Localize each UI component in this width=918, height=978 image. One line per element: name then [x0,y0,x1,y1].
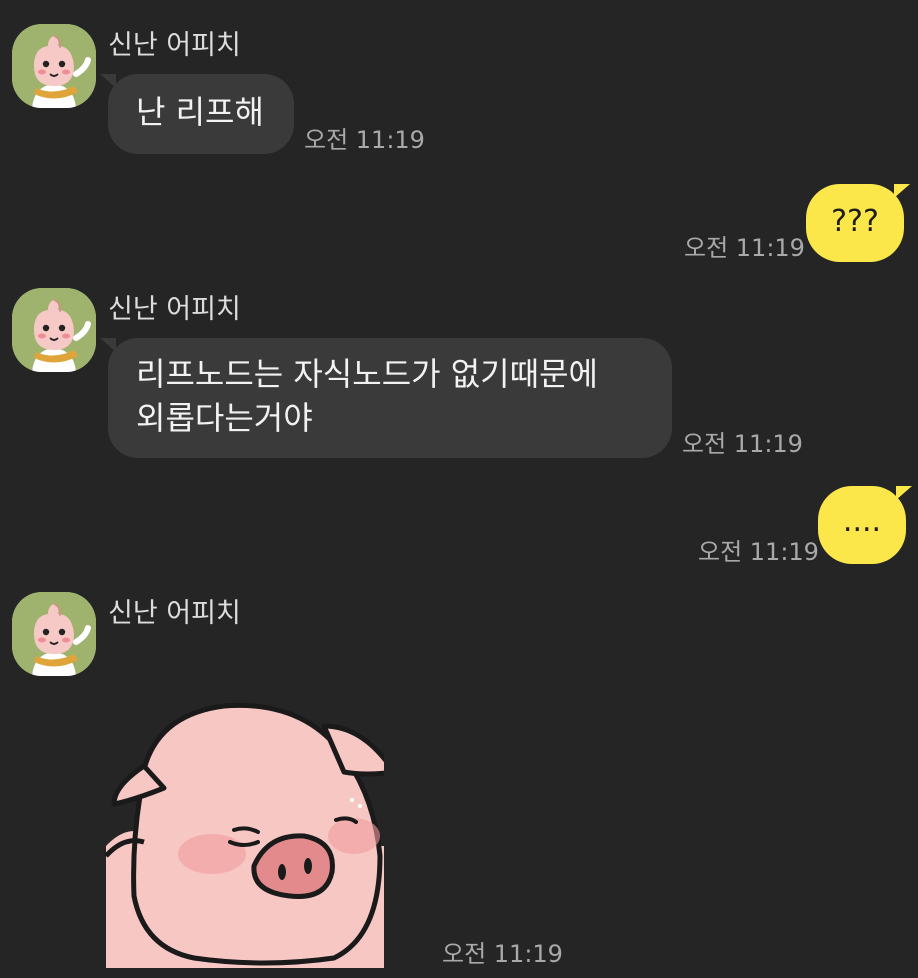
sleepy-pig-sticker[interactable] [104,696,413,968]
message-text: .... [842,504,882,539]
apeach-avatar-icon [12,288,96,372]
sender-name: 신난 어피치 [108,30,241,61]
message-timestamp: 오전 11:19 [304,126,425,154]
outgoing-message-bubble[interactable]: .... [818,486,912,564]
incoming-message-bubble[interactable]: 리프노드는 자식노드가 없기때문에 외롭다는거야 [100,338,672,458]
message-text: 난 리프해 [136,93,264,131]
message-timestamp: 오전 11:19 [442,940,563,968]
message-timestamp: 오전 11:19 [682,430,803,458]
sender-name: 신난 어피치 [108,294,241,325]
message-timestamp: 오전 11:19 [684,234,805,262]
message-text-line: 리프노드는 자식노드가 없기때문에 [136,355,598,393]
contact-avatar[interactable] [12,592,96,676]
pig-sticker-icon [104,702,413,968]
apeach-avatar-icon [12,24,96,108]
contact-avatar[interactable] [12,24,96,108]
apeach-avatar-icon [12,592,96,676]
message-text: ??? [831,204,879,239]
incoming-message-bubble[interactable]: 난 리프해 [100,74,294,154]
message-timestamp: 오전 11:19 [698,538,819,566]
sender-name: 신난 어피치 [108,598,241,629]
contact-avatar[interactable] [12,288,96,372]
outgoing-message-bubble[interactable]: ??? [806,184,910,262]
message-text-line: 외롭다는거야 [136,399,313,437]
